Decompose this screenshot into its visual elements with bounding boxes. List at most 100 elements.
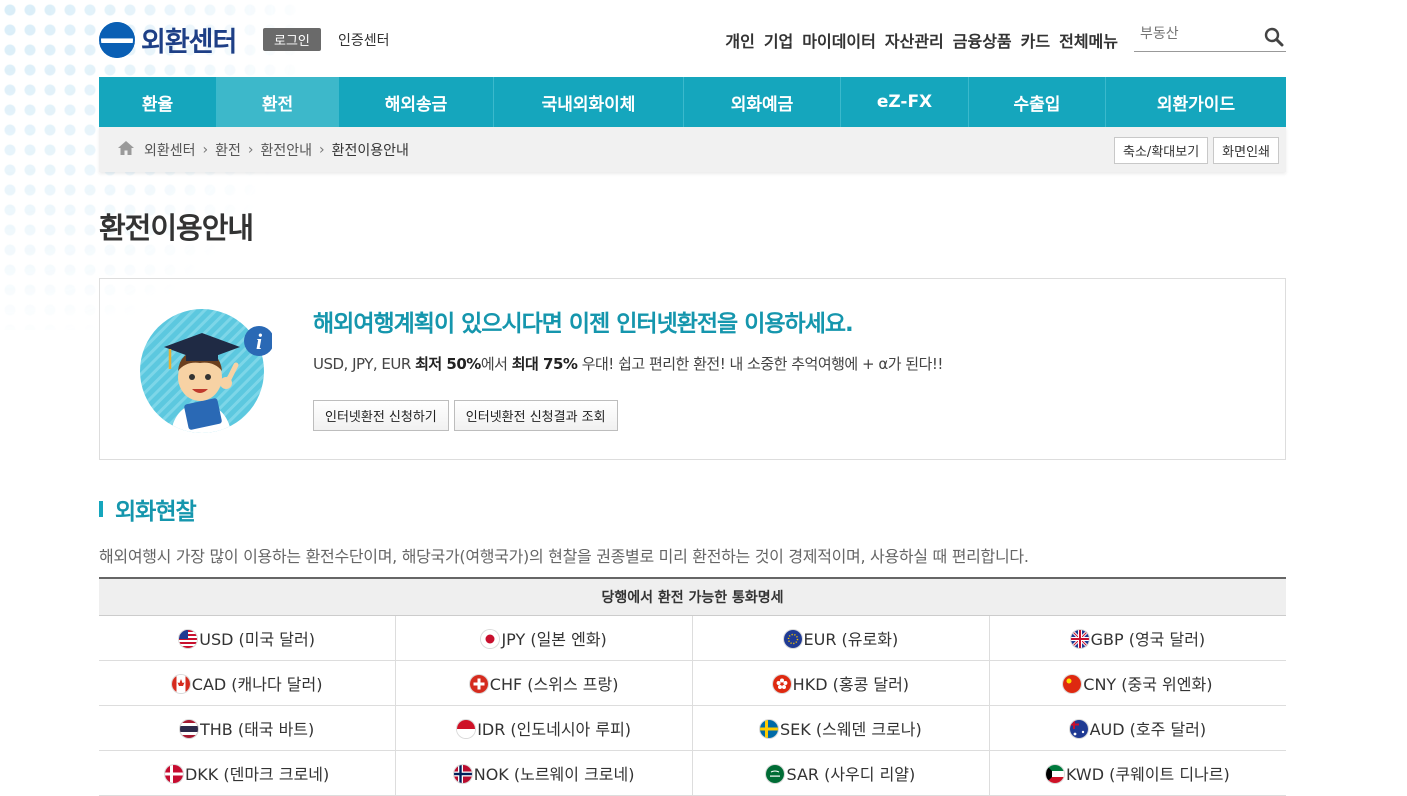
top-nav: 개인 기업 마이데이터 자산관리 금융상품 카드 전체메뉴 bbox=[725, 28, 1118, 52]
currency-name: KWD (쿠웨이트 디나르) bbox=[1065, 765, 1230, 784]
aud-flag-icon bbox=[1069, 720, 1088, 738]
chevron-right-icon: › bbox=[319, 142, 325, 158]
currency-name: NOK (노르웨이 크로네) bbox=[473, 765, 635, 784]
currency-cell: SEK (스웨덴 크로나) bbox=[692, 705, 990, 751]
section-title-text: 외화현찰 bbox=[115, 499, 197, 525]
check-exchange-result-button[interactable]: 인터넷환전 신청결과 조회 bbox=[453, 400, 618, 431]
top-nav-all-menu[interactable]: 전체메뉴 bbox=[1059, 28, 1118, 52]
currency-cell: CAD (캐나다 달러) bbox=[99, 660, 397, 706]
search-input[interactable] bbox=[1134, 24, 1266, 44]
top-nav-products[interactable]: 금융상품 bbox=[953, 28, 1012, 52]
currency-cell: DKK (덴마크 크로네) bbox=[99, 750, 397, 796]
chevron-right-icon: › bbox=[247, 142, 254, 158]
table-row: THB (태국 바트) IDR (인도네시아 루피) SEK (스웨덴 크로나) AU… bbox=[99, 705, 1286, 751]
currency-cell: NOK (노르웨이 크로네) bbox=[395, 750, 693, 796]
header: 외환센터 로그인 인증센터 개인 기업 마이데이터 자산관리 금융상품 카드 전… bbox=[99, 0, 1286, 77]
usd-flag-icon bbox=[179, 630, 198, 648]
currency-table: 당행에서 환전 가능한 통화명세 USD (미국 달러) JPY (일본 엔화) E… bbox=[99, 577, 1286, 796]
breadcrumb-item[interactable]: 외환센터 bbox=[144, 140, 196, 160]
gnb-exchange-rate[interactable]: 환율 bbox=[99, 77, 217, 127]
gnb-fx-deposit[interactable]: 외화예금 bbox=[684, 77, 841, 127]
svg-text:i: i bbox=[256, 329, 263, 354]
currency-name: IDR (인도네시아 루피) bbox=[477, 720, 632, 739]
currency-cell: GBP (영국 달러) bbox=[989, 615, 1286, 661]
cad-flag-icon bbox=[171, 675, 190, 693]
table-row: USD (미국 달러) JPY (일본 엔화) EUR (유로화) GBP (영국 달… bbox=[99, 615, 1286, 661]
hkd-flag-icon bbox=[772, 675, 791, 693]
banner-text-mid: 에서 bbox=[480, 355, 512, 373]
table-row: CAD (캐나다 달러) CHF (스위스 프랑) HKD (홍콩 달러) CNY (… bbox=[99, 660, 1286, 706]
breadcrumb-current: 환전이용안내 bbox=[331, 143, 409, 159]
dkk-flag-icon bbox=[164, 765, 183, 783]
currency-name: CHF (스위스 프랑) bbox=[489, 675, 619, 694]
page-title: 환전이용안내 bbox=[99, 211, 254, 245]
login-button[interactable]: 로그인 bbox=[263, 28, 321, 51]
currency-cell: AUD (호주 달러) bbox=[989, 705, 1286, 751]
banner-actions: 인터넷환전 신청하기 인터넷환전 신청결과 조회 bbox=[313, 400, 618, 431]
banner-text-suffix: 우대! 쉽고 편리한 환전! 내 소중한 추억여행에 + α가 된다!! bbox=[577, 355, 944, 373]
sek-flag-icon bbox=[760, 720, 778, 738]
currency-name: JPY (일본 엔화) bbox=[501, 630, 607, 649]
currency-name: USD (미국 달러) bbox=[199, 630, 315, 649]
currency-cell: KWD (쿠웨이트 디나르) bbox=[989, 750, 1286, 796]
top-nav-corporate[interactable]: 기업 bbox=[764, 28, 793, 52]
jpy-flag-icon bbox=[481, 630, 500, 648]
cert-center-link[interactable]: 인증센터 bbox=[338, 30, 390, 50]
currency-cell: EUR (유로화) bbox=[692, 615, 990, 661]
zoom-button[interactable]: 축소/확대보기 bbox=[1114, 137, 1209, 164]
section-description: 해외여행시 가장 많이 이용하는 환전수단이며, 해당국가(여행국가)의 현찰을… bbox=[99, 547, 1029, 566]
gbp-flag-icon bbox=[1070, 630, 1089, 648]
gnb-ezfx[interactable]: eZ-FX bbox=[841, 77, 969, 127]
gnb-fx-guide[interactable]: 외환가이드 bbox=[1106, 77, 1286, 127]
sar-flag-icon bbox=[766, 765, 785, 783]
internet-exchange-banner: i 해외여행계획이 있으시다면 이젠 인터넷환전을 이용하세요. USD, JP… bbox=[99, 278, 1286, 460]
section-bar bbox=[99, 501, 103, 517]
currency-name: GBP (영국 달러) bbox=[1090, 630, 1206, 649]
banner-min-rate: 최저 50% bbox=[415, 355, 481, 373]
search-icon[interactable] bbox=[1264, 27, 1284, 51]
currency-name: THB (태국 바트) bbox=[199, 720, 315, 739]
search-box bbox=[1134, 23, 1286, 52]
kwd-flag-icon bbox=[1045, 765, 1064, 783]
page-container: 외환센터 로그인 인증센터 개인 기업 마이데이터 자산관리 금융상품 카드 전… bbox=[99, 0, 1286, 796]
currency-cell: THB (태국 바트) bbox=[99, 705, 397, 751]
top-nav-personal[interactable]: 개인 bbox=[725, 28, 754, 52]
breadcrumb-actions: 축소/확대보기 화면인쇄 bbox=[1114, 137, 1279, 164]
breadcrumb-bar: 외환센터 › 환전 › 환전안내 › 환전이용안내 축소/확대보기 화면인쇄 bbox=[99, 127, 1286, 172]
currency-name: SAR (사우디 리얄) bbox=[786, 765, 916, 784]
nok-flag-icon bbox=[453, 765, 472, 783]
banner-description: USD, JPY, EUR 최저 50%에서 최대 75% 우대! 쉽고 편리한… bbox=[313, 353, 943, 374]
logo-mark-icon bbox=[99, 21, 135, 58]
top-nav-card[interactable]: 카드 bbox=[1021, 28, 1050, 52]
gnb-domestic-transfer[interactable]: 국내외화이체 bbox=[494, 77, 684, 127]
banner-heading: 해외여행계획이 있으시다면 이젠 인터넷환전을 이용하세요. bbox=[313, 311, 854, 337]
logo-text: 외환센터 bbox=[141, 27, 237, 58]
print-button[interactable]: 화면인쇄 bbox=[1213, 137, 1279, 164]
gnb-import-export[interactable]: 수출입 bbox=[969, 77, 1106, 127]
gnb-overseas-remit[interactable]: 해외송금 bbox=[339, 77, 494, 127]
currency-cell: USD (미국 달러) bbox=[99, 615, 397, 661]
main-nav: 환율 환전 해외송금 국내외화이체 외화예금 eZ-FX 수출입 외환가이드 bbox=[99, 77, 1286, 127]
breadcrumb-item[interactable]: 환전 bbox=[215, 140, 241, 160]
breadcrumb-item[interactable]: 환전안내 bbox=[261, 140, 313, 160]
section-title: 외화현찰 bbox=[99, 492, 197, 526]
eur-flag-icon bbox=[783, 630, 802, 648]
table-row: DKK (덴마크 크로네) NOK (노르웨이 크로네) SAR (사우디 리얄) K… bbox=[99, 750, 1286, 796]
home-icon[interactable] bbox=[117, 140, 135, 160]
chevron-right-icon: › bbox=[202, 142, 209, 158]
top-nav-asset[interactable]: 자산관리 bbox=[885, 28, 944, 52]
currency-cell: CHF (스위스 프랑) bbox=[395, 660, 693, 706]
table-header: 당행에서 환전 가능한 통화명세 bbox=[99, 577, 1286, 616]
apply-internet-exchange-button[interactable]: 인터넷환전 신청하기 bbox=[313, 400, 449, 431]
top-nav-mydata[interactable]: 마이데이터 bbox=[802, 28, 876, 52]
thb-flag-icon bbox=[179, 720, 198, 738]
graduate-illustration-icon: i bbox=[140, 305, 274, 437]
currency-name: CAD (캐나다 달러) bbox=[191, 675, 323, 694]
currency-name: HKD (홍콩 달러) bbox=[792, 675, 910, 694]
currency-cell: SAR (사우디 리얄) bbox=[692, 750, 990, 796]
chf-flag-icon bbox=[469, 675, 488, 693]
currency-name: EUR (유로화) bbox=[803, 630, 899, 649]
gnb-currency-exchange[interactable]: 환전 bbox=[217, 77, 339, 127]
currency-name: DKK (덴마크 크로네) bbox=[184, 765, 330, 784]
logo[interactable]: 외환센터 bbox=[99, 20, 237, 59]
